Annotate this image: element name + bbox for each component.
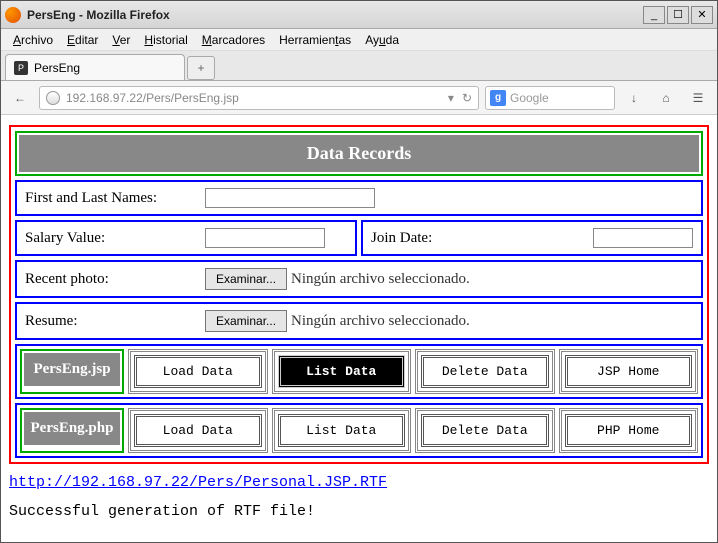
browse-resume-button[interactable]: Examinar... <box>205 310 287 332</box>
label-joindate: Join Date: <box>371 230 441 247</box>
row-php: PersEng.php Load Data List Data Delete D… <box>15 403 703 458</box>
php-load-button[interactable]: Load Data <box>134 414 262 447</box>
photo-nofile: Ningún archivo seleccionado. <box>291 271 470 288</box>
menu-herramientas[interactable]: Herramientas <box>273 31 357 49</box>
row-salary: Salary Value: <box>15 220 357 256</box>
input-salary[interactable] <box>205 228 325 248</box>
tab-perseng[interactable]: P PersEng <box>5 54 185 80</box>
close-button[interactable]: ✕ <box>691 6 713 24</box>
php-list-button[interactable]: List Data <box>278 414 406 447</box>
tab-favicon: P <box>14 61 28 75</box>
search-box[interactable]: g Google <box>485 86 615 110</box>
status-message: Successful generation of RTF file! <box>9 503 709 520</box>
row-joindate: Join Date: <box>361 220 703 256</box>
row-php-header: PersEng.php <box>24 412 120 445</box>
form-container: Data Records First and Last Names: Salar… <box>9 125 709 464</box>
newtab-button[interactable]: + <box>187 56 215 80</box>
tab-label: PersEng <box>34 61 80 75</box>
row-jsp: PersEng.jsp Load Data List Data Delete D… <box>15 344 703 399</box>
resume-nofile: Ningún archivo seleccionado. <box>291 313 470 330</box>
home-button[interactable]: ⌂ <box>653 85 679 111</box>
jsp-list-button[interactable]: List Data <box>278 355 406 388</box>
label-photo: Recent photo: <box>25 271 205 288</box>
jsp-load-button[interactable]: Load Data <box>134 355 262 388</box>
url-bar[interactable]: 192.168.97.22/Pers/PersEng.jsp ▾ ↻ <box>39 86 479 110</box>
label-names: First and Last Names: <box>25 190 205 207</box>
browse-photo-button[interactable]: Examinar... <box>205 268 287 290</box>
maximize-button[interactable]: ☐ <box>667 6 689 24</box>
search-placeholder: Google <box>510 91 549 105</box>
url-text: 192.168.97.22/Pers/PersEng.jsp <box>66 91 448 105</box>
reload-icon[interactable]: ↻ <box>462 91 472 105</box>
row-jsp-header-wrap: PersEng.jsp <box>20 349 124 394</box>
input-joindate[interactable] <box>593 228 693 248</box>
menubar: Archivo Editar Ver Historial Marcadores … <box>1 29 717 51</box>
php-delete-button[interactable]: Delete Data <box>421 414 549 447</box>
firefox-icon <box>5 7 21 23</box>
globe-icon <box>46 91 60 105</box>
tabstrip: P PersEng + <box>1 51 717 81</box>
jsp-delete-button[interactable]: Delete Data <box>421 355 549 388</box>
downloads-button[interactable]: ↓ <box>621 85 647 111</box>
menu-historial[interactable]: Historial <box>138 31 193 49</box>
header-wrap: Data Records <box>15 131 703 176</box>
menu-archivo[interactable]: Archivo <box>7 31 59 49</box>
page-content: Data Records First and Last Names: Salar… <box>1 115 717 542</box>
minimize-button[interactable]: _ <box>643 6 665 24</box>
browser-window: PersEng - Mozilla Firefox _ ☐ ✕ Archivo … <box>0 0 718 543</box>
navbar: ← 192.168.97.22/Pers/PersEng.jsp ▾ ↻ g G… <box>1 81 717 115</box>
row-jsp-header: PersEng.jsp <box>24 353 120 386</box>
dropdown-icon[interactable]: ▾ <box>448 91 454 105</box>
input-names[interactable] <box>205 188 375 208</box>
back-button[interactable]: ← <box>7 85 33 111</box>
window-title: PersEng - Mozilla Firefox <box>27 8 643 22</box>
jsp-home-button[interactable]: JSP Home <box>565 355 693 388</box>
menu-ayuda[interactable]: Ayuda <box>359 31 405 49</box>
google-icon: g <box>490 90 506 106</box>
row-php-header-wrap: PersEng.php <box>20 408 124 453</box>
row-names: First and Last Names: <box>15 180 703 216</box>
rtf-link[interactable]: http://192.168.97.22/Pers/Personal.JSP.R… <box>9 474 387 491</box>
titlebar: PersEng - Mozilla Firefox _ ☐ ✕ <box>1 1 717 29</box>
menu-button[interactable]: ☰ <box>685 85 711 111</box>
menu-editar[interactable]: Editar <box>61 31 104 49</box>
label-salary: Salary Value: <box>25 230 205 247</box>
row-resume: Resume: Examinar... Ningún archivo selec… <box>15 302 703 340</box>
php-home-button[interactable]: PHP Home <box>565 414 693 447</box>
row-photo: Recent photo: Examinar... Ningún archivo… <box>15 260 703 298</box>
page-title: Data Records <box>19 135 699 172</box>
label-resume: Resume: <box>25 313 205 330</box>
menu-marcadores[interactable]: Marcadores <box>196 31 271 49</box>
menu-ver[interactable]: Ver <box>106 31 136 49</box>
